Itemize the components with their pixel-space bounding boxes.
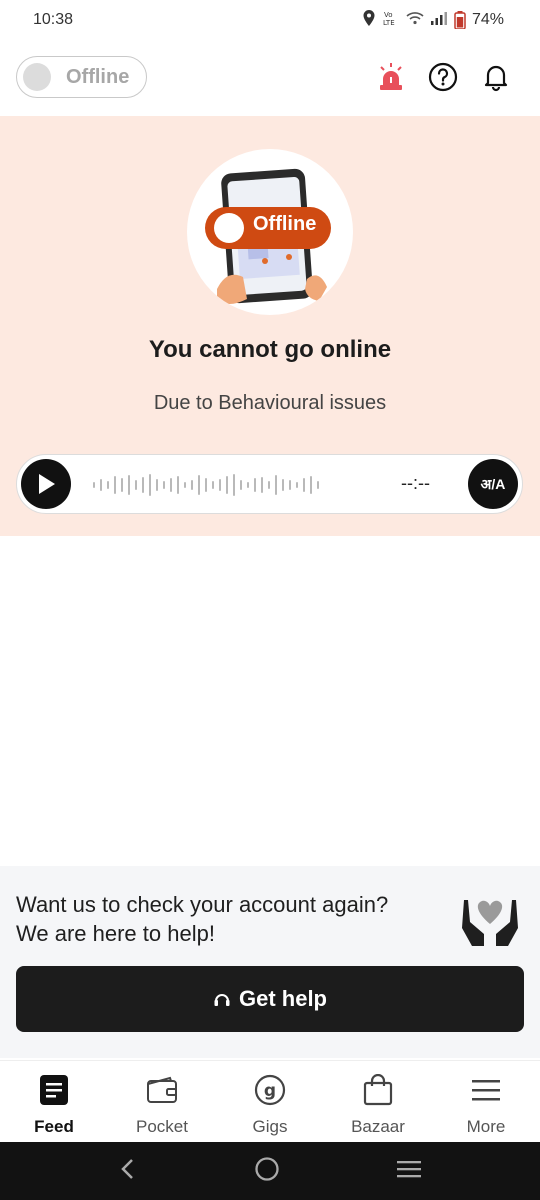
- svg-text:LTE: LTE: [383, 19, 395, 27]
- get-help-label: Get help: [238, 986, 327, 1011]
- nav-label-more: More: [466, 1117, 506, 1136]
- waveform-bar: [219, 479, 221, 491]
- signal-icon: [430, 11, 448, 30]
- volte-icon: Vo LTE: [382, 9, 400, 32]
- waveform-bar: [275, 475, 277, 495]
- waveform-bar: [296, 482, 298, 488]
- waveform-bar: [170, 478, 172, 492]
- help-card: Want us to check your account again? We …: [0, 866, 540, 1058]
- get-help-button[interactable]: Get help: [16, 966, 524, 1032]
- waveform-bar: [317, 481, 319, 489]
- online-toggle[interactable]: Offline: [16, 56, 147, 98]
- waveform-bar: [128, 475, 130, 495]
- offline-illustration: Offline: [187, 149, 353, 315]
- bell-icon[interactable]: [481, 62, 511, 92]
- app-header: Offline: [0, 50, 540, 110]
- shopping-bag-icon: [361, 1073, 395, 1107]
- waveform-bar: [247, 482, 249, 488]
- waveform-bar: [240, 480, 242, 490]
- nav-label-gigs: Gigs: [252, 1117, 288, 1136]
- waveform-bar: [205, 478, 207, 492]
- offline-reason: Due to Behavioural issues: [153, 392, 387, 414]
- wallet-icon: [145, 1073, 179, 1107]
- offline-title: You cannot go online: [148, 336, 392, 363]
- waveform-bar: [100, 479, 102, 491]
- nav-item-gigs[interactable]: g Gigs: [216, 1061, 324, 1142]
- nav-item-more[interactable]: More: [432, 1061, 540, 1142]
- system-nav-bar: [0, 1142, 540, 1200]
- siren-icon[interactable]: [376, 62, 406, 92]
- battery-icon: [454, 11, 466, 29]
- waveform-bar: [268, 481, 270, 489]
- waveform-bar: [163, 481, 165, 489]
- nav-label-pocket: Pocket: [136, 1117, 188, 1136]
- waveform-bar: [149, 474, 151, 496]
- support-icon: [214, 994, 230, 1006]
- offline-status-banner: Offline You cannot go online Due to Beha…: [0, 116, 540, 536]
- feed-icon: [37, 1073, 71, 1107]
- back-icon[interactable]: [118, 1158, 138, 1185]
- bottom-nav: Feed Pocket g Gigs Bazaar More: [0, 1060, 540, 1142]
- waveform-bar: [177, 476, 179, 494]
- waveform-bar: [114, 476, 116, 494]
- location-icon: [362, 9, 376, 31]
- status-icons: Vo LTE 74%: [362, 9, 504, 32]
- heart-hands-icon: [460, 894, 520, 948]
- nav-item-bazaar[interactable]: Bazaar: [324, 1061, 432, 1142]
- home-icon[interactable]: [254, 1156, 280, 1187]
- nav-label-feed: Feed: [34, 1117, 74, 1136]
- waveform-bar: [121, 478, 123, 492]
- translate-icon: अ/A: [480, 475, 506, 492]
- svg-text:g: g: [264, 1081, 276, 1101]
- waveform-bar: [191, 480, 193, 490]
- illustration-label: Offline: [253, 213, 317, 235]
- waveform-bar: [93, 482, 95, 488]
- svg-text:Vo: Vo: [384, 11, 393, 19]
- translate-button[interactable]: अ/A: [468, 459, 518, 509]
- audio-player: --:-- अ/A: [16, 454, 523, 514]
- waveform-bar: [226, 476, 228, 494]
- waveform-bar: [142, 477, 144, 493]
- waveform-bar: [107, 481, 109, 489]
- waveform-bar: [156, 479, 158, 491]
- waveform-bar: [135, 480, 137, 490]
- wifi-icon: [406, 11, 424, 30]
- help-icon[interactable]: [428, 62, 458, 92]
- waveform-bar: [254, 478, 256, 492]
- recents-icon[interactable]: [396, 1159, 422, 1184]
- waveform-bar: [184, 482, 186, 488]
- audio-waveform[interactable]: [93, 473, 383, 497]
- waveform-bar: [233, 474, 235, 496]
- waveform-bar: [212, 481, 214, 489]
- waveform-bar: [198, 475, 200, 495]
- status-time: 10:38: [33, 11, 74, 28]
- waveform-bar: [261, 477, 263, 493]
- play-button[interactable]: [21, 459, 71, 509]
- waveform-bar: [310, 476, 312, 494]
- waveform-bar: [303, 478, 305, 492]
- nav-item-feed[interactable]: Feed: [0, 1061, 108, 1142]
- status-bar: 10:38 Vo LTE 74%: [0, 0, 540, 40]
- nav-label-bazaar: Bazaar: [351, 1117, 405, 1136]
- play-icon: [39, 474, 55, 494]
- waveform-bar: [282, 479, 284, 491]
- toggle-knob: [23, 63, 51, 91]
- battery-percent: 74%: [471, 11, 504, 28]
- nav-item-pocket[interactable]: Pocket: [108, 1061, 216, 1142]
- help-message: Want us to check your account again? We …: [16, 892, 389, 946]
- waveform-bar: [289, 480, 291, 490]
- audio-time: --:--: [401, 473, 430, 493]
- menu-icon: [469, 1073, 503, 1107]
- toggle-label: Offline: [66, 65, 130, 88]
- gigs-icon: g: [253, 1073, 287, 1107]
